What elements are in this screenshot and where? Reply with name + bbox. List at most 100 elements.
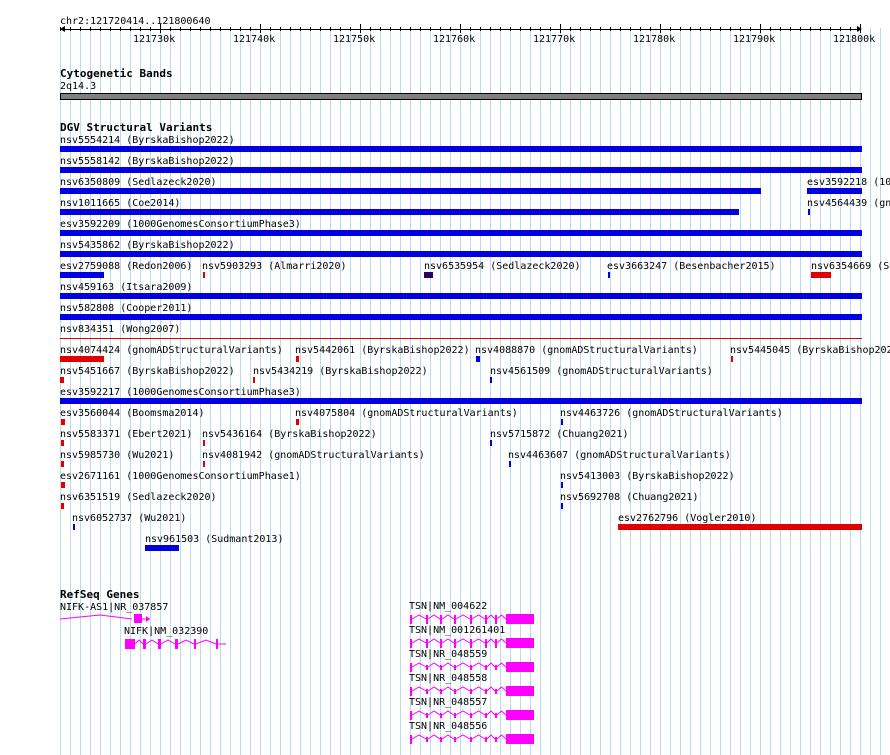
gene-tsn-transcript[interactable] — [409, 660, 539, 674]
variant-feature[interactable] — [618, 524, 862, 530]
variant-feature[interactable] — [60, 314, 862, 320]
variant-label[interactable]: nsv6535954 (Sedlazeck2020) — [424, 261, 581, 272]
variant-feature[interactable] — [203, 272, 205, 278]
variant-feature[interactable] — [203, 440, 205, 446]
variant-feature[interactable] — [61, 440, 64, 446]
variant-feature[interactable] — [490, 440, 492, 446]
variant-feature[interactable] — [60, 293, 862, 299]
variant-feature[interactable] — [73, 524, 75, 530]
gene-tsn-transcript[interactable] — [409, 612, 539, 626]
variant-label[interactable]: nsv5434219 (ByrskaBishop2022) — [253, 366, 428, 377]
variant-feature[interactable] — [60, 377, 64, 383]
variant-feature[interactable] — [61, 482, 65, 488]
variant-feature[interactable] — [509, 461, 511, 467]
variant-feature[interactable] — [61, 461, 64, 467]
variant-feature[interactable] — [561, 482, 563, 488]
variant-feature[interactable] — [476, 356, 480, 362]
variant-label[interactable]: nsv5436164 (ByrskaBishop2022) — [202, 429, 377, 440]
variant-label[interactable]: nsv6350809 (Sedlazeck2020) — [60, 177, 217, 188]
variant-label[interactable]: nsv5715872 (Chuang2021) — [490, 429, 628, 440]
variant-label[interactable]: nsv5985730 (Wu2021) — [60, 450, 174, 461]
variant-feature[interactable] — [608, 272, 610, 278]
variant-label[interactable]: nsv6354669 (Se — [811, 261, 890, 272]
variant-feature[interactable] — [60, 272, 104, 278]
variant-label[interactable]: esv3592218 (10 — [807, 177, 890, 188]
variant-feature[interactable] — [60, 338, 862, 339]
dgv-track-title[interactable]: DGV Structural Variants — [60, 122, 212, 134]
variant-label[interactable]: nsv1011665 (Coe2014) — [60, 198, 180, 209]
variant-feature[interactable] — [60, 167, 862, 173]
variant-label[interactable]: nsv5692708 (Chuang2021) — [560, 492, 698, 503]
gene-label[interactable]: TSN|NM_004622 — [409, 601, 487, 612]
variant-label[interactable]: esv3663247 (Besenbacher2015) — [607, 261, 776, 272]
variant-label[interactable]: nsv4463607 (gnomADStructuralVariants) — [508, 450, 731, 461]
gene-nifk[interactable] — [124, 636, 228, 652]
variant-label[interactable]: nsv4564439 (gn — [807, 198, 890, 209]
variant-label[interactable]: nsv5445045 (ByrskaBishop202 — [730, 345, 890, 356]
variant-label[interactable]: esv3592209 (1000GenomesConsortiumPhase3) — [60, 219, 301, 230]
variant-label[interactable]: esv2759088 (Redon2006) — [60, 261, 192, 272]
variant-feature[interactable] — [807, 188, 862, 194]
variant-label[interactable]: nsv5583371 (Ebert2021) — [60, 429, 192, 440]
variant-label[interactable]: nsv961503 (Sudmant2013) — [145, 534, 283, 545]
variant-feature[interactable] — [60, 209, 739, 215]
variant-label[interactable]: nsv582808 (Cooper2011) — [60, 303, 192, 314]
tick-label: 121790k — [733, 34, 776, 45]
variant-feature[interactable] — [296, 356, 299, 362]
gene-label[interactable]: TSN|NR_048556 — [409, 721, 487, 732]
variant-feature[interactable] — [61, 503, 64, 509]
variant-feature[interactable] — [60, 398, 862, 404]
variant-label[interactable]: nsv5554214 (ByrskaBishop2022) — [60, 135, 235, 146]
variant-feature[interactable] — [811, 272, 831, 278]
gene-label[interactable]: TSN|NM_001261401 — [409, 625, 505, 636]
variant-label[interactable]: nsv5451667 (ByrskaBishop2022) — [60, 366, 235, 377]
variant-feature[interactable] — [424, 272, 433, 278]
minor-tick — [840, 27, 841, 31]
cytoband-track-title[interactable]: Cytogenetic Bands — [60, 68, 173, 80]
cytoband-bar[interactable] — [60, 93, 862, 100]
variant-feature[interactable] — [61, 419, 65, 425]
variant-label[interactable]: nsv4081942 (gnomADStructuralVariants) — [202, 450, 425, 461]
variant-feature[interactable] — [145, 545, 179, 551]
variant-label[interactable]: esv3592217 (1000GenomesConsortiumPhase3) — [60, 387, 301, 398]
variant-label[interactable]: nsv5413003 (ByrskaBishop2022) — [560, 471, 735, 482]
variant-label[interactable]: nsv6351519 (Sedlazeck2020) — [60, 492, 217, 503]
variant-feature[interactable] — [490, 377, 492, 383]
variant-label[interactable]: esv3560044 (Boomsma2014) — [60, 408, 205, 419]
variant-feature[interactable] — [561, 503, 563, 509]
gene-label[interactable]: TSN|NR_048559 — [409, 649, 487, 660]
variant-label[interactable]: nsv6052737 (Wu2021) — [72, 513, 186, 524]
variant-feature[interactable] — [60, 230, 862, 236]
gene-tsn-transcript[interactable] — [409, 708, 539, 722]
variant-label[interactable]: nsv4463726 (gnomADStructuralVariants) — [560, 408, 783, 419]
variant-feature[interactable] — [731, 356, 733, 362]
gene-tsn-transcript[interactable] — [409, 732, 539, 746]
variant-feature[interactable] — [561, 419, 563, 425]
variant-label[interactable]: nsv459163 (Itsara2009) — [60, 282, 192, 293]
variant-label[interactable]: nsv4561509 (gnomADStructuralVariants) — [490, 366, 713, 377]
variant-feature[interactable] — [203, 461, 205, 467]
variant-label[interactable]: esv2671161 (1000GenomesConsortiumPhase1) — [60, 471, 301, 482]
variant-feature[interactable] — [60, 188, 761, 194]
gene-label[interactable]: TSN|NR_048558 — [409, 673, 487, 684]
variant-label[interactable]: nsv4075804 (gnomADStructuralVariants) — [295, 408, 518, 419]
variant-feature[interactable] — [253, 377, 255, 383]
gene-nifk-as1[interactable] — [60, 612, 160, 626]
variant-label[interactable]: nsv4088870 (gnomADStructuralVariants) — [475, 345, 698, 356]
gene-tsn-transcript[interactable] — [409, 684, 539, 698]
variant-label[interactable]: nsv4074424 (gnomADStructuralVariants) — [60, 345, 283, 356]
variant-label[interactable]: nsv5903293 (Almarri2020) — [202, 261, 347, 272]
variant-label[interactable]: nsv5442061 (ByrskaBishop2022) — [295, 345, 470, 356]
variant-label[interactable]: nsv834351 (Wong2007) — [60, 324, 180, 335]
variant-label[interactable]: nsv5558142 (ByrskaBishop2022) — [60, 156, 235, 167]
refseq-track-title[interactable]: RefSeq Genes — [60, 589, 139, 601]
variant-feature[interactable] — [60, 251, 862, 257]
gene-tsn-transcript[interactable] — [409, 636, 539, 650]
variant-label[interactable]: nsv5435862 (ByrskaBishop2022) — [60, 240, 235, 251]
variant-feature[interactable] — [60, 356, 104, 362]
variant-feature[interactable] — [296, 419, 299, 425]
gene-label[interactable]: TSN|NR_048557 — [409, 697, 487, 708]
variant-feature[interactable] — [60, 146, 862, 152]
variant-label[interactable]: esv2762796 (Vogler2010) — [618, 513, 756, 524]
variant-feature[interactable] — [808, 209, 810, 215]
